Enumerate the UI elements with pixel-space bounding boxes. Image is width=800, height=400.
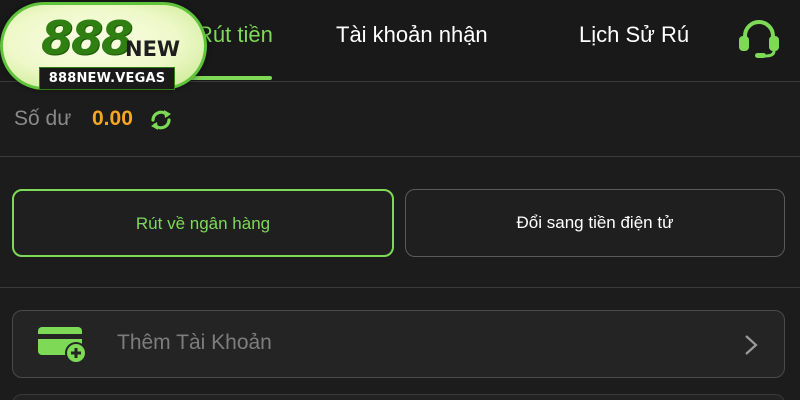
- add-account-label: Thêm Tài Khoản: [117, 331, 272, 354]
- convert-to-crypto-button[interactable]: Đổi sang tiền điện tử: [405, 189, 785, 257]
- refresh-icon[interactable]: [148, 107, 174, 133]
- logo-number: 888: [41, 11, 133, 65]
- logo-suffix: NEW: [125, 37, 181, 61]
- tab-receiving-accounts[interactable]: Tài khoản nhận: [336, 22, 488, 48]
- headset-icon[interactable]: [735, 17, 783, 59]
- withdraw-to-bank-button[interactable]: Rút về ngân hàng: [12, 189, 394, 257]
- add-account-button[interactable]: Thêm Tài Khoản: [12, 310, 785, 378]
- chevron-right-icon: [745, 335, 758, 355]
- withdraw-method-options: Rút về ngân hàng Đổi sang tiền điện tử: [0, 158, 800, 288]
- tab-withdraw-history[interactable]: Lịch Sử Rú: [579, 22, 689, 48]
- balance-row: Số dư 0.00: [0, 83, 800, 157]
- next-item-edge: [12, 394, 785, 400]
- tab-withdraw[interactable]: Rút tiền: [197, 22, 273, 48]
- withdraw-page: Rút tiền Tài khoản nhận Lịch Sử Rú 888 N…: [0, 0, 800, 400]
- balance-label: Số dư: [14, 107, 72, 130]
- card-add-icon: [38, 327, 87, 364]
- brand-logo: 888 NEW 888NEW.VEGAS: [0, 2, 207, 90]
- active-tab-indicator: [183, 76, 272, 80]
- balance-value: 0.00: [92, 107, 133, 130]
